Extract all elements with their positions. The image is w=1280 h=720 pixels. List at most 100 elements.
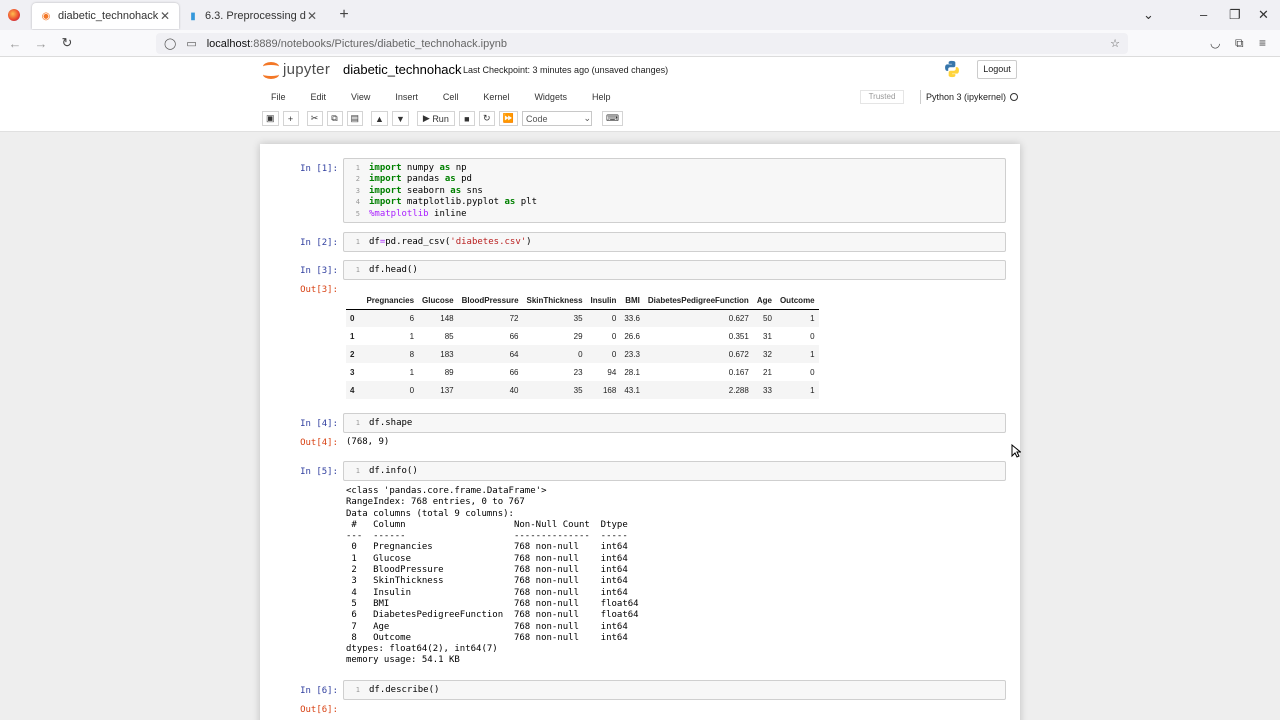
output-prompt: Out[3]: [300, 285, 338, 295]
checkpoint-text: Last Checkpoint: 3 minutes ago [463, 65, 590, 75]
url-bar[interactable]: ◯ ▭ localhost:8889/notebooks/Pictures/di… [156, 33, 1128, 54]
table-cell: 1 [409, 331, 415, 341]
column-header: Insulin [586, 293, 621, 310]
paste-button[interactable]: ▤ [346, 111, 364, 126]
table-cell: 33 [752, 381, 776, 399]
pocket-icon[interactable]: ◡ [1210, 36, 1220, 50]
insert-cell-button[interactable]: + [282, 111, 299, 126]
input-prompt: In [4]: [300, 419, 338, 429]
code-cell-input[interactable]: 1 import numpy as np 2 import pandas as pd… [343, 158, 1006, 223]
code-text: np [450, 163, 467, 173]
code-cell-input[interactable]: 1 df = pd.read_csv('diabetes.csv') [343, 232, 1006, 252]
menu-kernel[interactable]: Kernel [483, 89, 509, 105]
logout-button[interactable]: Logout [977, 60, 1017, 79]
table-cell: 1 [775, 345, 819, 363]
jupyter-logo[interactable]: jupyter [263, 60, 330, 79]
python-logo-icon [945, 60, 959, 78]
restart-icon: ↻ [483, 113, 491, 123]
menu-edit[interactable]: Edit [311, 89, 327, 105]
fast-forward-icon: ⏩ [502, 113, 515, 123]
cell-type-value: Code [526, 113, 548, 124]
tab-close-icon[interactable]: ✕ [159, 9, 171, 23]
table-cell: 85 [444, 331, 454, 341]
firefox-icon[interactable] [8, 9, 20, 21]
run-button[interactable]: ▶ Run [416, 111, 455, 126]
arrow-down-icon: ▼ [395, 113, 405, 124]
trusted-indicator[interactable]: Trusted [860, 90, 904, 104]
forward-icon[interactable]: → [28, 36, 54, 51]
table-row: 4 0 137 40 35 168 43.1 2.288 33 1 [346, 381, 819, 399]
code-cell-input[interactable]: 1 df.head() [343, 260, 1006, 280]
input-prompt: In [5]: [300, 467, 338, 477]
restore-icon[interactable]: ❐ [1229, 7, 1241, 23]
column-header: Pregnancies [362, 293, 419, 310]
table-cell: 35 [522, 381, 587, 399]
command-palette-button[interactable]: ⌨ [602, 111, 624, 126]
bookmark-star-icon[interactable]: ☆ [1110, 37, 1120, 50]
save-button[interactable]: ▣ [262, 111, 279, 126]
chevron-down-icon: ⌄ [583, 113, 592, 123]
notebook-name[interactable]: diabetic_technohack [343, 62, 462, 77]
move-up-button[interactable]: ▲ [371, 111, 388, 126]
cut-button[interactable]: ✂ [306, 111, 323, 126]
scissors-icon: ✂ [310, 113, 319, 123]
window-close-icon[interactable]: ✕ [1258, 7, 1269, 23]
input-prompt: In [1]: [300, 164, 338, 174]
code-cell-input[interactable]: 1 df.info() [343, 461, 1006, 481]
line-number: 1 [355, 266, 360, 274]
line-number: 1 [355, 419, 360, 427]
column-header: BloodPressure [457, 293, 523, 310]
extensions-icon[interactable]: ⧉ [1235, 36, 1244, 51]
copy-icon: ⧉ [331, 113, 338, 123]
line-number: 5 [355, 209, 360, 218]
menu-help[interactable]: Help [592, 89, 611, 105]
menu-insert[interactable]: Insert [395, 89, 418, 105]
table-cell: 89 [444, 367, 454, 377]
code-line: 3 import seaborn as sns [344, 186, 1005, 197]
tab-jupyter[interactable]: ◉ diabetic_technohack - Jupyter ✕ [32, 3, 179, 29]
tab-sklearn[interactable]: ▮ 6.3. Preprocessing data — scikit ✕ [179, 3, 326, 29]
keyword: as [450, 185, 462, 196]
move-down-button[interactable]: ▼ [391, 111, 409, 126]
table-cell: 21 [763, 367, 772, 377]
minimize-icon[interactable]: – [1200, 7, 1207, 22]
kernel-name[interactable]: Python 3 (ipykernel) [920, 90, 1019, 104]
mouse-pointer-icon [1011, 444, 1021, 458]
table-cell: 0 [810, 367, 815, 377]
table-cell: 0.351 [728, 331, 749, 341]
column-header [346, 293, 363, 310]
browser-tab-bar: ◉ diabetic_technohack - Jupyter ✕ ▮ 6.3.… [0, 0, 1280, 30]
page-info-icon[interactable]: ▭ [186, 37, 196, 50]
shield-icon[interactable]: ◯ [164, 37, 176, 50]
menu-cell[interactable]: Cell [443, 89, 459, 105]
code-cell-input[interactable]: 1 df.shape [343, 413, 1006, 433]
restart-run-all-button[interactable]: ⏩ [498, 111, 519, 126]
tab-close-icon[interactable]: ✕ [306, 9, 318, 23]
table-cell: 23.3 [620, 345, 644, 363]
menu-hamburger-icon[interactable]: ≡ [1259, 36, 1266, 50]
code-cell-input[interactable]: 1 df.describe() [343, 680, 1006, 700]
back-icon[interactable]: ← [2, 36, 28, 51]
code-text: df [369, 237, 380, 247]
table-cell: 0 [522, 345, 587, 363]
run-label: Run [432, 113, 449, 124]
string-literal: 'diabetes.csv' [450, 237, 527, 247]
paste-icon: ▤ [350, 113, 360, 123]
new-tab-icon[interactable]: + [332, 6, 356, 24]
tab-list-chevron-icon[interactable]: ⌄ [1143, 7, 1154, 23]
reload-icon[interactable]: ↻ [54, 35, 80, 51]
menu-widgets[interactable]: Widgets [534, 89, 567, 105]
table-cell: 2.288 [643, 381, 753, 399]
line-number: 1 [355, 467, 360, 475]
copy-button[interactable]: ⧉ [326, 111, 343, 126]
code-line: 1 df.shape [344, 418, 1005, 429]
restart-button[interactable]: ↻ [478, 111, 495, 126]
table-cell: 35 [522, 309, 587, 327]
table-cell: 0.627 [643, 309, 753, 327]
menu-view[interactable]: View [351, 89, 370, 105]
menu-file[interactable]: File [271, 89, 286, 105]
cell-type-select[interactable]: Code ⌄ [522, 111, 593, 126]
interrupt-button[interactable]: ■ [458, 111, 475, 126]
code-line: 4 import matplotlib.pyplot as plt [344, 197, 1005, 208]
code-text: pd.read_csv( [385, 237, 451, 247]
